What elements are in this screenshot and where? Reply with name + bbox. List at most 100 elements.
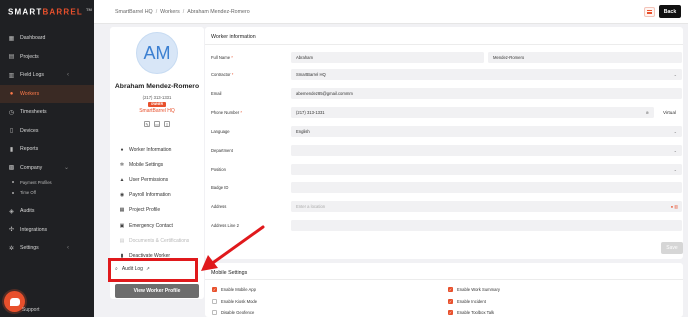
sidebar-item-settings[interactable]: ✲ Settings ‹ [0,239,94,258]
checkbox-disable-geofence[interactable]: Disable Geofence [212,310,254,315]
menu-icon[interactable] [644,7,655,17]
shield-icon: ◈ [9,208,14,215]
profile-menu-label: Worker Information [129,146,172,153]
sidebar-item-field-logs[interactable]: ▥ Field Logs ‹ [0,66,94,85]
contractor-label: Contractor * [211,72,234,77]
edit-icon[interactable]: ✎ [144,121,150,127]
language-label: Language [211,129,230,134]
sidebar-item-audits[interactable]: ◈ Audits [0,202,94,221]
row-phone: Phone Number * (217) 313-1331 ⊗ Virtual [211,107,683,118]
contractor-select[interactable]: SmartBarrel HQ ⌄ [291,69,682,80]
position-select[interactable]: ⌄ [291,164,682,175]
chevron-down-icon: ⌄ [673,129,677,134]
app-logo[interactable]: SMARTBARREL TM [8,7,92,17]
checkbox-label: Disable Geofence [221,310,255,315]
chevron-down-icon: ⌄ [673,167,677,172]
top-bar: SmartBarrel HQ / Workers / Abraham Mendez-Ro… [94,0,688,24]
breadcrumb-workers[interactable]: Workers [160,9,180,15]
email-input[interactable]: abemendez85@gmail.commm [291,88,682,99]
breadcrumb-separator: / [155,9,158,15]
dashboard-icon: ▦ [8,35,15,42]
checkbox-enable-mobile-app[interactable]: ✓ Enable Mobile App [212,287,256,292]
section-title: Worker information [211,34,256,40]
phone-icon[interactable]: ▯ [164,121,170,127]
row-department: Department ⌄ [211,145,683,156]
bullet-icon [12,181,14,184]
badge-id-input[interactable] [291,182,682,193]
profile-menu-label: Mobile Settings [129,161,164,168]
sidebar-subitem-label: Time Off [20,190,36,196]
row-language: Language English ⌄ [211,126,683,137]
divider [205,279,683,280]
phone-input[interactable]: (217) 313-1331 ⊗ [291,107,654,118]
sidebar-item-company[interactable]: ▩ Company ⌄ [0,159,94,178]
back-button[interactable]: Back [659,5,681,18]
checkbox-label: Enable Work Summary [457,287,500,292]
sidebar-item-integrations[interactable]: ✣ Integrations [0,221,94,240]
sidebar-item-devices[interactable]: ▯ Devices [0,122,94,141]
tablet-icon: ▯ [9,128,14,135]
save-button[interactable]: Save [661,242,683,254]
email-label: Email [211,91,222,96]
profile-menu-project-profile[interactable]: ▦ Project Profile [119,203,201,218]
sidebar-subitem-time-off[interactable]: Time Off [0,188,94,199]
virtual-toggle-label[interactable]: Virtual [663,110,676,115]
checkbox-enable-work-summary[interactable]: ✓ Enable Work Summary [448,287,500,292]
checkbox-enable-kiosk-mode[interactable]: Enable Kiosk Mode [212,298,258,304]
profile-menu-user-permissions[interactable]: ▲ User Permissions [119,172,201,187]
sidebar-item-reports[interactable]: ▮ Reports [0,140,94,159]
last-name-input[interactable]: Mendez-Romero [488,52,682,63]
clear-icon[interactable]: ⊗ [646,110,649,115]
department-select[interactable]: ⌄ [291,145,682,156]
chevron-down-icon: ⌄ [673,72,677,77]
worker-company[interactable]: SmartBarrel HQ [110,108,204,114]
badge-id-label: Badge ID [211,185,229,190]
first-name-input[interactable]: Abraham [291,52,484,63]
profile-menu-documents-certifications: ▤ Documents & Certifications [119,233,201,248]
sidebar-item-support[interactable]: Support [22,307,40,313]
sidebar-item-projects[interactable]: ▤ Projects [0,48,94,67]
profile-menu-worker-information[interactable]: ● Worker Information [119,142,201,157]
checkbox-checked-icon: ✓ [212,287,217,292]
address-input[interactable]: Enter a location ● ▥ [291,201,682,212]
address-label: Address [211,204,227,209]
role-badge: OWNER [148,102,166,107]
mobile-settings-card: Mobile Settings ✓ Enable Mobile App Enable… [205,263,683,317]
sidebar-item-workers[interactable]: ● Workers [0,84,94,103]
row-address-2: Address Line 2 [211,220,683,231]
sidebar-item-label: Timesheets [20,109,47,116]
checkbox-empty-icon [212,310,217,315]
id-card-icon[interactable]: ▭ [154,121,160,127]
sidebar-item-label: Audits [20,208,35,215]
view-worker-profile-button[interactable]: View Worker Profile [115,284,199,298]
sidebar-subitem-label: Payment Profiles [20,179,52,185]
divider [205,44,683,45]
worker-phone: (217) 313-1331 [142,95,172,100]
sidebar-subitem-payment-profiles[interactable]: Payment Profiles [0,177,94,188]
lock-icon: ▲ [119,176,125,183]
profile-menu-payroll-information[interactable]: ◉ Payroll Information [119,188,201,203]
profile-menu-label: Payroll Information [129,192,171,199]
plug-icon: ✣ [8,227,15,234]
phone-label: Phone Number * [211,110,242,115]
address-line-2-input[interactable] [291,220,682,231]
sidebar-item-label: Dashboard [20,35,46,42]
sidebar: SMARTBARREL TM ▦ Dashboard ▤ Projects ▥ Field … [0,0,94,317]
breadcrumb-company[interactable]: SmartBarrel HQ [115,9,153,15]
checkbox-enable-incident[interactable]: ✓ Enable Incident [448,298,486,304]
profile-menu-emergency-contact[interactable]: ▣ Emergency Contact [119,218,201,233]
map-pin-icon[interactable]: ● ▥ [671,204,678,209]
profile-menu-mobile-settings[interactable]: ✲ Mobile Settings [119,157,201,172]
gear-icon: ✲ [119,161,125,168]
checkbox-enable-toolbox-talk[interactable]: ✓ Enable Toolbox Talk [448,310,494,315]
checkbox-label: Enable Kiosk Mode [221,298,258,304]
sidebar-item-label: Devices [20,127,39,134]
sidebar-item-timesheets[interactable]: ◷ Timesheets [0,103,94,122]
checkbox-label: Enable Mobile App [221,287,256,292]
sidebar-item-label: Integrations [20,226,48,233]
sidebar-item-dashboard[interactable]: ▦ Dashboard [0,29,94,48]
language-select[interactable]: English ⌄ [291,126,682,137]
checkbox-checked-icon: ✓ [448,310,453,315]
profile-menu-label: User Permissions [129,176,169,183]
department-label: Department [211,148,233,153]
